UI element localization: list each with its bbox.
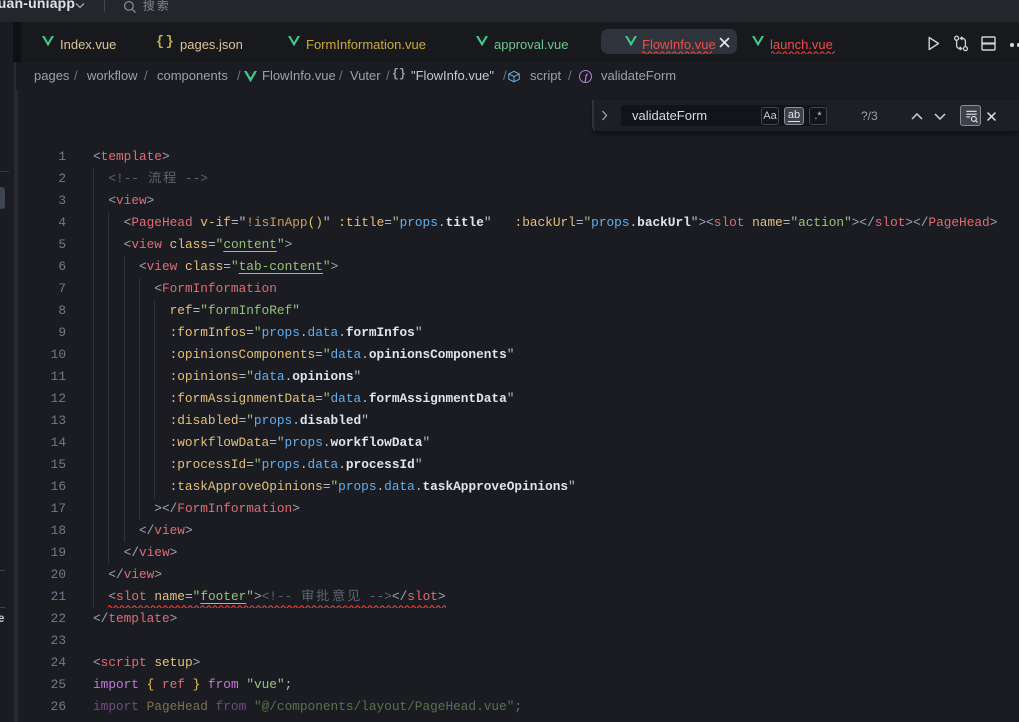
svg-text:f: f xyxy=(585,73,589,83)
